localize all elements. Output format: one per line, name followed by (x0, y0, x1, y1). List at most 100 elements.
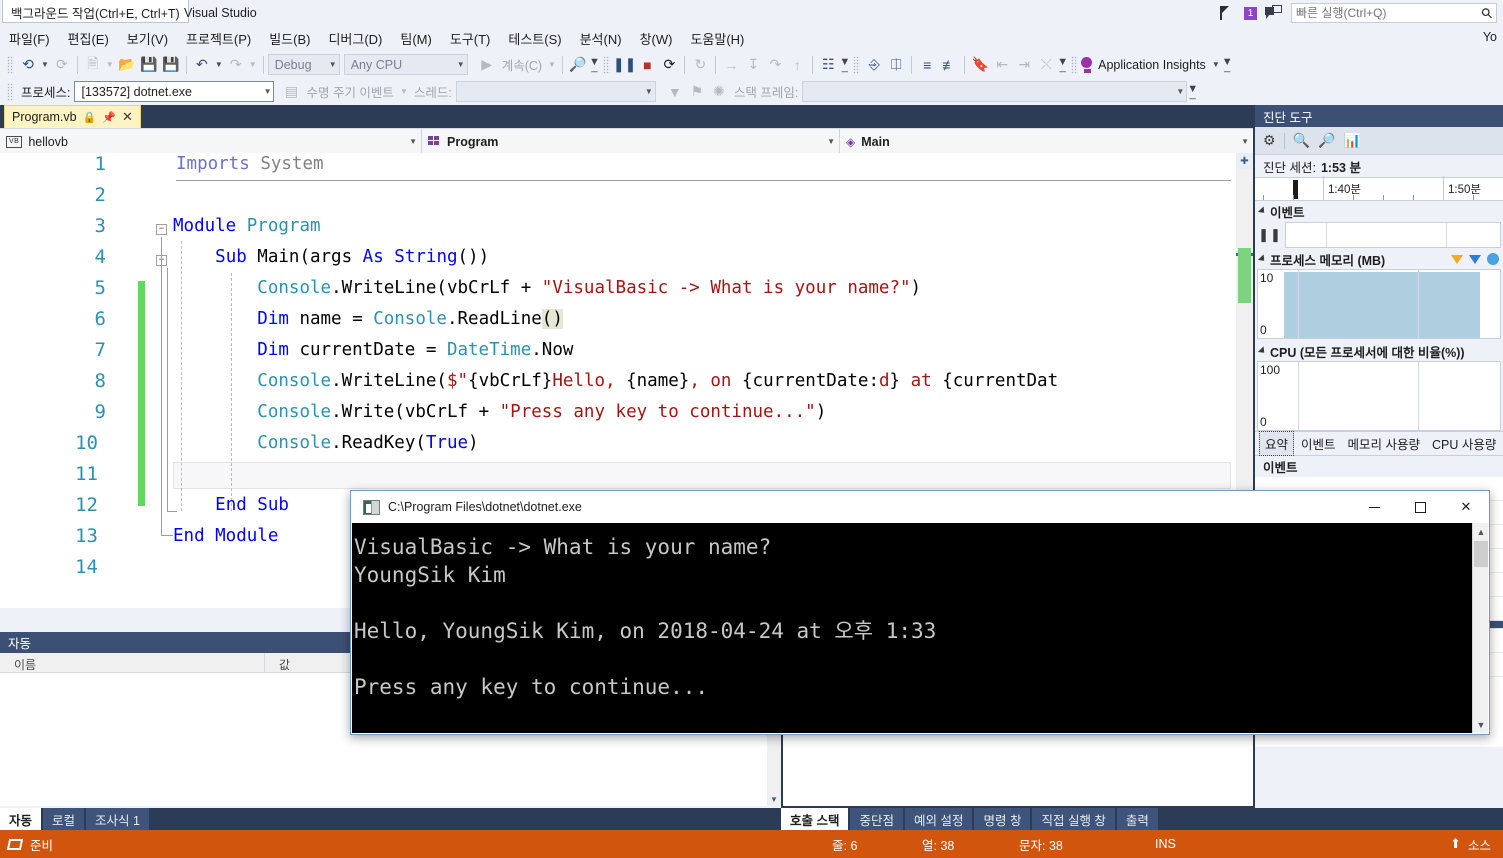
redo-button[interactable]: ↷ (225, 54, 247, 76)
document-tab-program-vb[interactable]: Program.vb 🔒 📌 ✕ (4, 105, 141, 128)
menu-item-file[interactable]: 파일(F) (0, 26, 59, 51)
stop-debugging-icon[interactable]: ■ (636, 54, 658, 76)
continue-dropdown-icon[interactable]: ▼ (548, 60, 556, 69)
toolbar-overflow-button[interactable]: ▼ _ (1057, 56, 1068, 72)
quick-launch-box[interactable]: ⚲ (1291, 3, 1497, 23)
toolbar-overflow-button[interactable]: ▼ _ (589, 56, 600, 72)
console-window[interactable]: C:\Program Files\dotnet\dotnet.exe ✕ Vis… (350, 490, 1490, 735)
diag-tab-memory-usage[interactable]: 메모리 사용량 (1343, 432, 1425, 455)
notification-count-badge[interactable]: 1 (1244, 6, 1257, 20)
lifecycle-events-label[interactable]: 수명 주기 이벤트 (302, 82, 397, 101)
events-section-header[interactable]: 이벤트 (1255, 201, 1503, 221)
step-up-icon[interactable]: ↑ (786, 54, 808, 76)
show-next-statement-icon[interactable]: ↻ (689, 54, 711, 76)
zoom-in-icon[interactable]: 🔍 (1293, 132, 1310, 149)
tab-locals[interactable]: 로컬 (43, 808, 85, 830)
process-memory-graph[interactable]: 10 0 (1257, 269, 1501, 339)
redo-dropdown-icon[interactable]: ▼ (249, 60, 257, 69)
cpu-usage-graph[interactable]: 100 0 (1257, 361, 1501, 431)
save-all-button[interactable]: 💾 (160, 54, 182, 76)
toolbar-grip[interactable] (853, 55, 861, 74)
notifications-flag-icon[interactable] (1220, 5, 1236, 22)
uncomment-selection-icon[interactable]: ⎅ (885, 54, 907, 76)
menu-item-team[interactable]: 팀(M) (391, 26, 440, 51)
maximize-button[interactable] (1397, 491, 1443, 523)
tab-call-stack[interactable]: 호출 스택 (781, 808, 849, 830)
navigate-backward-button[interactable]: ⟲ (17, 54, 39, 76)
toolbar-grip[interactable] (1071, 55, 1079, 74)
menu-item-tools[interactable]: 도구(T) (441, 26, 500, 51)
gear-icon[interactable]: ⚙ (1263, 132, 1276, 149)
threads-window-icon[interactable]: ☷ (817, 54, 839, 76)
events-track[interactable] (1285, 222, 1501, 248)
menu-item-test[interactable]: 테스트(S) (499, 26, 570, 51)
close-icon[interactable]: ✕ (122, 109, 133, 125)
restart-debugging-icon[interactable]: ⟳ (658, 54, 680, 76)
toolbar-grip[interactable] (602, 55, 610, 74)
toolbar-overflow-button[interactable]: ▼ _ (839, 56, 850, 72)
menu-item-project[interactable]: 프로젝트(P) (177, 26, 260, 51)
process-combo[interactable]: [133572] dotnet.exe ▼ (74, 81, 275, 102)
solution-platform-combo[interactable]: Any CPU ▼ (343, 54, 468, 75)
scroll-down-icon[interactable]: ▼ (1473, 716, 1489, 733)
console-title-bar[interactable]: C:\Program Files\dotnet\dotnet.exe ✕ (351, 491, 1489, 523)
save-button[interactable]: 💾 (138, 54, 160, 76)
fold-toggle-module[interactable]: − (156, 224, 167, 235)
navigate-backward-dropdown-icon[interactable]: ▼ (41, 60, 49, 69)
step-into-icon[interactable]: ↧ (742, 54, 764, 76)
step-over-icon[interactable]: → (720, 54, 742, 76)
continue-label[interactable]: 계속(C) (498, 55, 546, 74)
type-combo[interactable]: Program ▼ (422, 129, 840, 154)
application-insights-icon[interactable] (1081, 57, 1094, 73)
solution-configuration-combo[interactable]: Debug ▼ (267, 54, 340, 75)
filter-icon[interactable]: ▼ (664, 81, 686, 103)
console-vertical-scrollbar[interactable]: ▲ ▼ (1472, 523, 1488, 733)
tab-output[interactable]: 출력 (1116, 808, 1158, 830)
cpu-section-header[interactable]: CPU (모든 프로세서에 대한 비율(%)) (1255, 341, 1503, 361)
scrollbar-thumb[interactable] (1474, 541, 1488, 567)
application-insights-dropdown-icon[interactable]: ▼ (1212, 60, 1220, 69)
flag-filter-icon[interactable]: ⚑ (686, 81, 708, 103)
toolbar-grip[interactable] (7, 55, 14, 74)
menu-item-help[interactable]: 도움말(H) (681, 26, 753, 51)
menu-item-edit[interactable]: 편집(E) (59, 26, 118, 51)
stackframe-combo[interactable]: ▼ (802, 81, 1188, 102)
scroll-up-icon[interactable]: ▲ (1473, 523, 1489, 540)
decrease-indent-icon[interactable]: ≢ (938, 54, 960, 76)
send-feedback-icon[interactable] (1265, 5, 1283, 21)
step-out-icon[interactable]: ↷ (764, 54, 786, 76)
lifecycle-events-icon[interactable]: ▤ (280, 81, 302, 103)
break-all-icon[interactable]: ❚❚ (613, 54, 636, 76)
toggle-bookmark-icon[interactable]: 🔖 (969, 54, 991, 76)
diag-tab-summary[interactable]: 요약 (1259, 431, 1295, 456)
attach-to-process-icon[interactable]: 🔎 (567, 54, 589, 76)
diag-tab-events[interactable]: 이벤트 (1296, 432, 1341, 455)
lifecycle-dropdown-icon[interactable]: ▼ (400, 87, 408, 96)
close-button[interactable]: ✕ (1443, 491, 1489, 523)
console-output-area[interactable]: VisualBasic -> What is your name? YoungS… (352, 523, 1474, 733)
menu-item-view[interactable]: 보기(V) (118, 26, 177, 51)
application-insights-label[interactable]: Application Insights (1094, 58, 1210, 72)
navigate-forward-button[interactable]: ⟳ (51, 54, 73, 76)
member-combo[interactable]: ◈ Main ▼ (840, 129, 1253, 154)
tab-command-window[interactable]: 명령 창 (974, 808, 1031, 830)
external-code-icon[interactable]: ✺ (708, 81, 730, 103)
diag-tab-cpu-usage[interactable]: CPU 사용량 (1427, 432, 1501, 455)
tab-immediate-window[interactable]: 직접 실행 창 (1032, 808, 1115, 830)
previous-bookmark-icon[interactable]: ⇤ (991, 54, 1013, 76)
chart-icon[interactable]: 📊 (1343, 132, 1360, 149)
open-file-button[interactable]: 📂 (116, 54, 138, 76)
background-task-tab[interactable]: 백그라운드 작업(Ctrl+E, Ctrl+T) (2, 0, 189, 23)
next-bookmark-icon[interactable]: ⇥ (1013, 54, 1035, 76)
menu-item-analyze[interactable]: 분석(N) (571, 26, 631, 51)
memory-section-header[interactable]: 프로세스 메모리 (MB) (1255, 249, 1503, 269)
tab-autos[interactable]: 자동 (0, 808, 42, 830)
toolbar-grip[interactable] (7, 82, 14, 101)
menu-item-debug[interactable]: 디버그(D) (319, 26, 391, 51)
quick-launch-input[interactable] (1296, 6, 1482, 20)
undo-button[interactable]: ↶ (191, 54, 213, 76)
comment-selection-icon[interactable]: ⎆ (863, 54, 885, 76)
toolbar-overflow-button[interactable]: ▼ _ (1222, 56, 1233, 72)
autos-column-name[interactable]: 이름 (0, 653, 265, 672)
signed-in-user[interactable]: Yo (1483, 30, 1497, 44)
